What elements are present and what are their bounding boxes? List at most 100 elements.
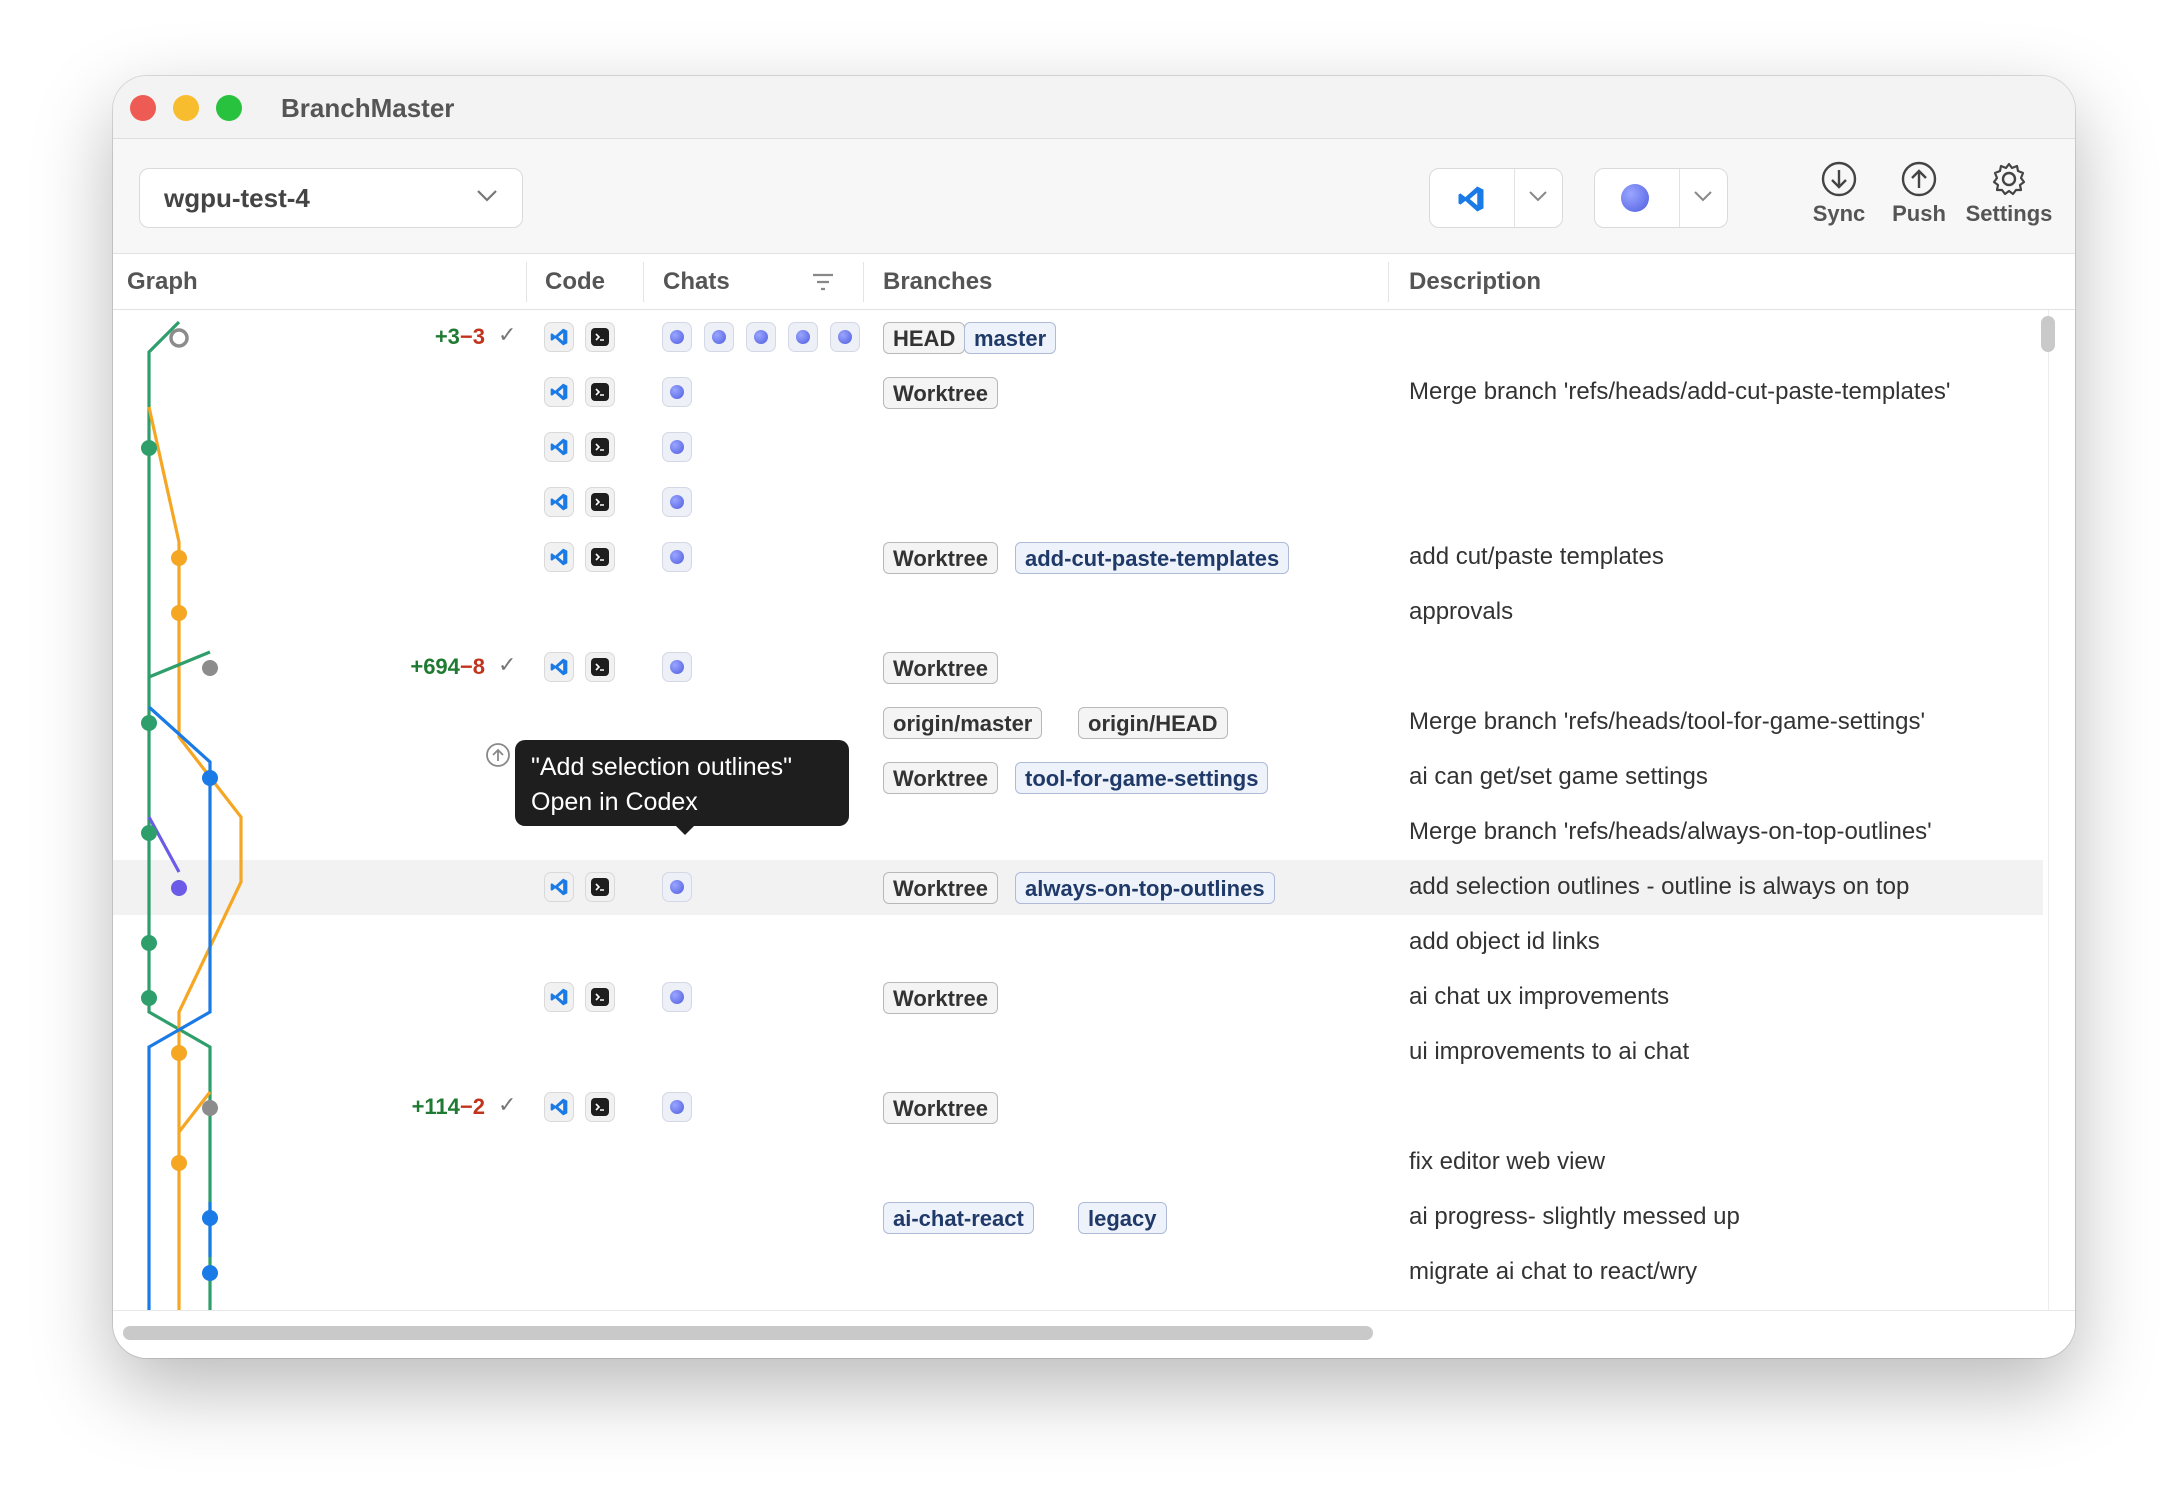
branch-tag[interactable]: add-cut-paste-templates bbox=[1015, 542, 1290, 574]
col-header-branches[interactable]: Branches bbox=[883, 268, 992, 296]
branch-tag[interactable]: legacy bbox=[1078, 1202, 1167, 1234]
open-vscode-button[interactable] bbox=[544, 542, 574, 572]
commit-row[interactable]: approvals bbox=[113, 585, 2043, 640]
column-divider[interactable] bbox=[863, 262, 864, 302]
terminal-icon bbox=[591, 438, 609, 456]
commit-row[interactable]: Worktree Merge branch 'refs/heads/add-cut… bbox=[113, 365, 2043, 420]
close-window-button[interactable] bbox=[130, 95, 156, 121]
codex-chat-button[interactable] bbox=[662, 322, 692, 352]
worktree-tag[interactable]: Worktree bbox=[883, 542, 998, 574]
branch-tag[interactable]: tool-for-game-settings bbox=[1015, 762, 1269, 794]
settings-button[interactable]: Settings bbox=[1959, 161, 2059, 237]
open-terminal-button[interactable] bbox=[585, 1092, 615, 1122]
codex-chat-button[interactable] bbox=[662, 542, 692, 572]
zoom-window-button[interactable] bbox=[216, 95, 242, 121]
codex-chat-button[interactable] bbox=[662, 872, 692, 902]
vscode-options-dropdown[interactable] bbox=[1514, 169, 1562, 227]
push-button[interactable]: Push bbox=[1879, 161, 1959, 237]
codex-chat-button[interactable] bbox=[662, 982, 692, 1012]
open-terminal-button[interactable] bbox=[585, 432, 615, 462]
codex-chat-button[interactable] bbox=[662, 652, 692, 682]
open-vscode-button[interactable] bbox=[544, 652, 574, 682]
codex-chat-button[interactable] bbox=[704, 322, 734, 352]
col-header-graph[interactable]: Graph bbox=[127, 268, 198, 296]
open-vscode-button[interactable] bbox=[544, 322, 574, 352]
codex-chat-button[interactable] bbox=[662, 432, 692, 462]
commit-row[interactable]: Worktree ai chat ux improvements bbox=[113, 970, 2043, 1025]
column-divider[interactable] bbox=[1388, 262, 1389, 302]
codex-chat-button[interactable] bbox=[746, 322, 776, 352]
worktree-tag[interactable]: Worktree bbox=[883, 982, 998, 1014]
commit-description: ui improvements to ai chat bbox=[1409, 1038, 1690, 1065]
commit-node bbox=[171, 605, 187, 621]
codex-chat-button[interactable] bbox=[788, 322, 818, 352]
branch-tag[interactable]: always-on-top-outlines bbox=[1015, 872, 1275, 904]
sync-button[interactable]: Sync bbox=[1799, 161, 1879, 237]
open-terminal-button[interactable] bbox=[585, 872, 615, 902]
col-header-code[interactable]: Code bbox=[545, 268, 605, 296]
commit-row[interactable]: website updates bbox=[113, 1300, 2043, 1310]
column-divider[interactable] bbox=[643, 262, 644, 302]
open-terminal-button[interactable] bbox=[585, 982, 615, 1012]
open-vscode-button[interactable] bbox=[544, 872, 574, 902]
commit-row[interactable]: Worktree always-on-top-outlines add select… bbox=[113, 860, 2043, 915]
commit-row[interactable] bbox=[113, 475, 2043, 530]
push-up-icon[interactable] bbox=[485, 742, 511, 768]
col-header-chats[interactable]: Chats bbox=[663, 268, 730, 296]
open-terminal-button[interactable] bbox=[585, 377, 615, 407]
commit-row[interactable]: origin/master origin/HEAD Merge branch 're… bbox=[113, 695, 2043, 750]
codex-chat-button[interactable] bbox=[662, 1092, 692, 1122]
open-vscode-button[interactable] bbox=[544, 432, 574, 462]
branch-tag[interactable]: master bbox=[964, 322, 1057, 354]
codex-icon bbox=[670, 495, 684, 509]
horizontal-scrollbar-thumb[interactable] bbox=[123, 1326, 1373, 1340]
commit-row[interactable]: ai-chat-react legacy ai progress- slightly… bbox=[113, 1190, 2043, 1245]
commit-row[interactable]: fix editor web view bbox=[113, 1135, 2043, 1190]
branch-tag[interactable]: ai-chat-react bbox=[883, 1202, 1034, 1234]
repo-select[interactable]: wgpu-test-4 bbox=[139, 168, 523, 228]
worktree-tag[interactable]: Worktree bbox=[883, 872, 998, 904]
vertical-scrollbar-thumb[interactable] bbox=[2041, 316, 2055, 352]
commit-row[interactable]: Worktree add-cut-paste-templates add cut/p… bbox=[113, 530, 2043, 585]
codex-options-dropdown[interactable] bbox=[1679, 169, 1727, 227]
worktree-tag[interactable]: Worktree bbox=[883, 1092, 998, 1124]
commit-row[interactable]: ui improvements to ai chat bbox=[113, 1025, 2043, 1080]
branch-tag[interactable]: HEAD bbox=[883, 322, 966, 354]
branch-tag[interactable]: origin/master bbox=[883, 707, 1043, 739]
worktree-tag[interactable]: Worktree bbox=[883, 377, 998, 409]
commit-row[interactable]: +114−2 ✓ Worktree bbox=[113, 1080, 2043, 1135]
open-terminal-button[interactable] bbox=[585, 542, 615, 572]
commit-row[interactable]: Worktree tool-for-game-settings ai can get… bbox=[113, 750, 2043, 805]
open-terminal-button[interactable] bbox=[585, 322, 615, 352]
commit-row[interactable]: migrate ai chat to react/wry bbox=[113, 1245, 2043, 1300]
col-header-description[interactable]: Description bbox=[1409, 268, 1541, 296]
open-terminal-button[interactable] bbox=[585, 652, 615, 682]
vscode-icon bbox=[550, 383, 568, 401]
open-terminal-button[interactable] bbox=[585, 487, 615, 517]
commit-row[interactable]: Merge branch 'refs/heads/always-on-top-o… bbox=[113, 805, 2043, 860]
commit-row[interactable] bbox=[113, 420, 2043, 475]
tooltip-subtitle: Open in Codex bbox=[531, 788, 698, 816]
branch-tag[interactable]: origin/HEAD bbox=[1078, 707, 1228, 739]
open-in-vscode-button[interactable] bbox=[1430, 169, 1515, 227]
filter-icon[interactable] bbox=[811, 272, 835, 292]
commit-row[interactable]: add object id links bbox=[113, 915, 2043, 970]
gear-icon bbox=[1992, 162, 2026, 196]
worktree-tag[interactable]: Worktree bbox=[883, 762, 998, 794]
vertical-scroll-track[interactable] bbox=[2048, 310, 2049, 1310]
checkmark-icon: ✓ bbox=[498, 322, 517, 347]
open-vscode-button[interactable] bbox=[544, 1092, 574, 1122]
open-vscode-button[interactable] bbox=[544, 982, 574, 1012]
open-in-codex-button[interactable] bbox=[1595, 169, 1680, 227]
deletions-count: −3 bbox=[459, 324, 485, 349]
open-vscode-button[interactable] bbox=[544, 377, 574, 407]
codex-chat-button[interactable] bbox=[662, 487, 692, 517]
commit-row[interactable]: +3−3 ✓ HEAD master bbox=[113, 310, 2043, 365]
open-vscode-button[interactable] bbox=[544, 487, 574, 517]
codex-chat-button[interactable] bbox=[830, 322, 860, 352]
codex-chat-button[interactable] bbox=[662, 377, 692, 407]
column-divider[interactable] bbox=[526, 262, 527, 302]
minimize-window-button[interactable] bbox=[173, 95, 199, 121]
worktree-tag[interactable]: Worktree bbox=[883, 652, 998, 684]
commit-row[interactable]: +694−8 ✓ Worktree bbox=[113, 640, 2043, 695]
